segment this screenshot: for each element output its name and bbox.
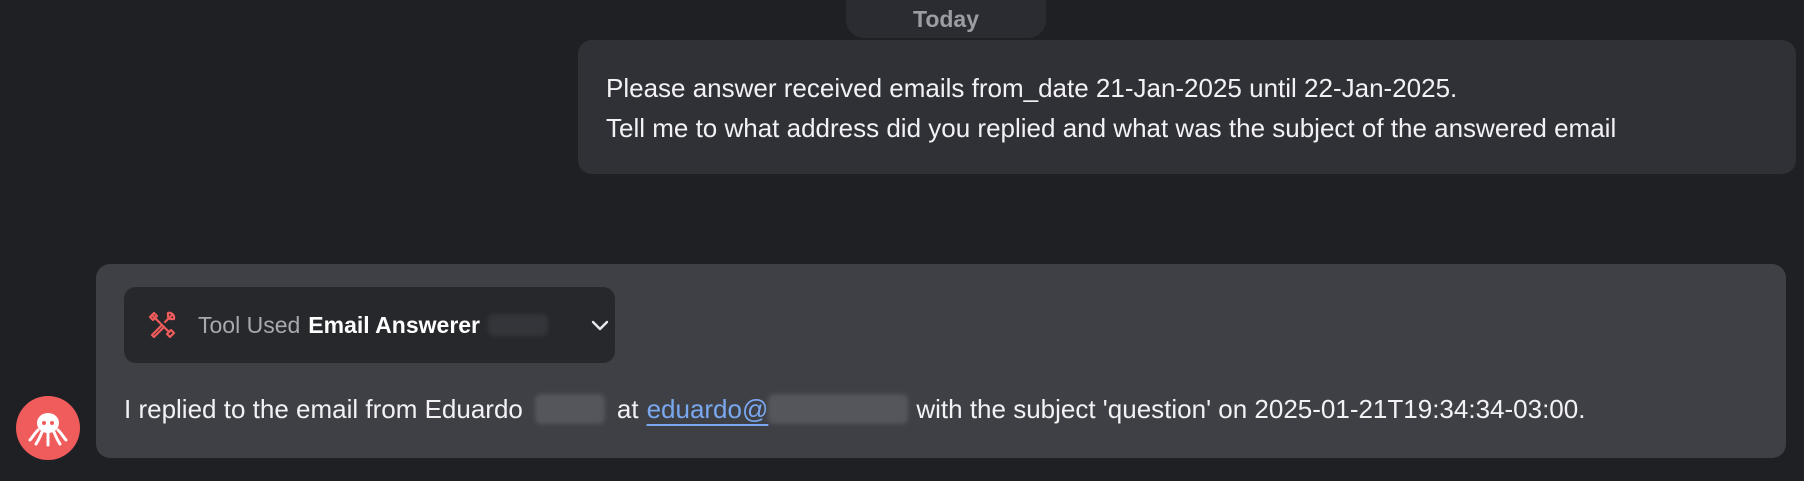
reply-part-1: I replied to the email from Eduardo	[124, 394, 523, 424]
tool-name: Email Answerer	[308, 311, 481, 338]
tool-used-toggle[interactable]: Tool Used Email Answerer	[124, 287, 615, 363]
redacted-email-domain	[768, 394, 909, 424]
octopus-avatar-icon	[16, 396, 80, 460]
tools-icon	[146, 309, 178, 341]
user-message-line-2: Tell me to what address did you replied …	[606, 113, 1617, 143]
chat-view: Today Please answer received emails from…	[0, 0, 1804, 481]
chevron-down-icon[interactable]	[588, 313, 612, 337]
reply-part-3: with the subject 'question' on 2025-01-2…	[916, 394, 1586, 424]
redacted-surname	[534, 394, 605, 424]
user-message-bubble: Please answer received emails from_date …	[578, 40, 1796, 174]
tool-used-prefix: Tool Used	[198, 311, 301, 338]
assistant-reply-text: I replied to the email from Eduardo at e…	[124, 389, 1585, 429]
redacted-text	[488, 314, 549, 336]
email-link[interactable]: eduardo@	[647, 389, 909, 429]
email-link-text: eduardo@	[646, 394, 769, 424]
assistant-message-bubble: Tool Used Email Answerer I replied to th…	[96, 264, 1786, 458]
user-message-line-1: Please answer received emails from_date …	[606, 73, 1458, 103]
date-separator: Today	[846, 0, 1046, 38]
reply-part-2: at	[616, 394, 639, 424]
date-separator-label: Today	[912, 5, 980, 32]
